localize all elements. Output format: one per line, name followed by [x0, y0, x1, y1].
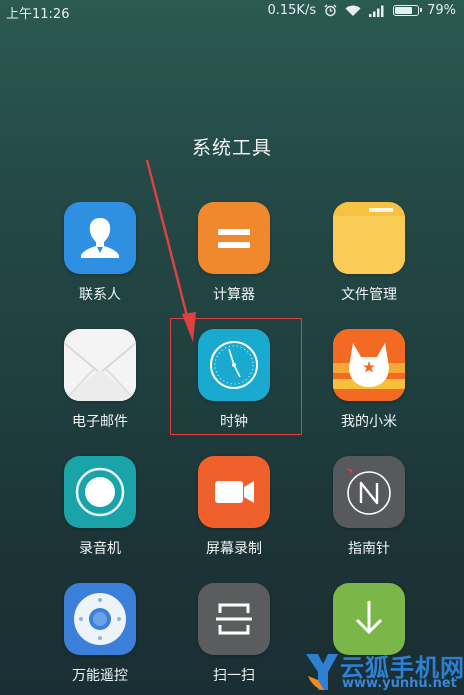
scan-icon — [198, 583, 270, 655]
folder-title: 系统工具 — [191, 137, 272, 159]
status-bar: 上午11:26 0.15K/s 79% — [0, 0, 464, 22]
app-label: 联系人 — [79, 287, 121, 303]
fox-logo-icon — [306, 654, 338, 690]
screen-record-icon — [198, 456, 270, 528]
app-label: 指南针 — [348, 541, 390, 557]
recorder-icon — [64, 456, 136, 528]
mi-bunny-icon — [333, 329, 405, 401]
app-contacts[interactable]: 联系人 — [45, 202, 155, 304]
compass-icon — [333, 456, 405, 528]
app-label: 我的小米 — [341, 414, 397, 430]
alarm-icon — [324, 4, 337, 17]
app-email[interactable]: 电子邮件 — [45, 329, 155, 431]
remote-icon — [64, 583, 136, 655]
app-remote[interactable]: 万能遥控 — [45, 583, 155, 685]
app-label: 录音机 — [79, 541, 121, 557]
app-label: 文件管理 — [341, 287, 397, 303]
app-label: 时钟 — [220, 414, 248, 430]
calculator-icon — [198, 202, 270, 274]
app-screen-record[interactable]: 屏幕录制 — [179, 456, 289, 558]
app-label: 计算器 — [213, 287, 255, 303]
app-label: 电子邮件 — [72, 414, 128, 430]
app-calculator[interactable]: 计算器 — [179, 202, 289, 304]
app-scan[interactable]: 扫一扫 — [179, 583, 289, 685]
watermark-url: www.yunhu.net — [342, 676, 457, 691]
app-clock[interactable]: 时钟 — [179, 329, 289, 431]
app-label: 扫一扫 — [213, 668, 255, 684]
app-label: 万能遥控 — [72, 668, 128, 684]
clock-icon — [198, 329, 270, 401]
download-icon — [333, 583, 405, 655]
battery-percent: 79% — [427, 3, 456, 18]
app-my-xiaomi[interactable]: 我的小米 — [314, 329, 424, 431]
app-compass[interactable]: 指南针 — [314, 456, 424, 558]
folder-icon — [333, 202, 405, 274]
watermark: 云狐手机网 www.yunhu.net — [300, 648, 464, 695]
signal-icon — [369, 5, 385, 17]
mail-icon — [64, 329, 136, 401]
battery-icon — [393, 5, 423, 16]
app-label: 屏幕录制 — [206, 541, 262, 557]
app-file-manager[interactable]: 文件管理 — [314, 202, 424, 304]
contacts-icon — [64, 202, 136, 274]
status-time: 上午11:26 — [6, 7, 70, 22]
wifi-icon — [345, 5, 361, 17]
network-speed: 0.15K/s — [267, 3, 317, 18]
app-recorder[interactable]: 录音机 — [45, 456, 155, 558]
